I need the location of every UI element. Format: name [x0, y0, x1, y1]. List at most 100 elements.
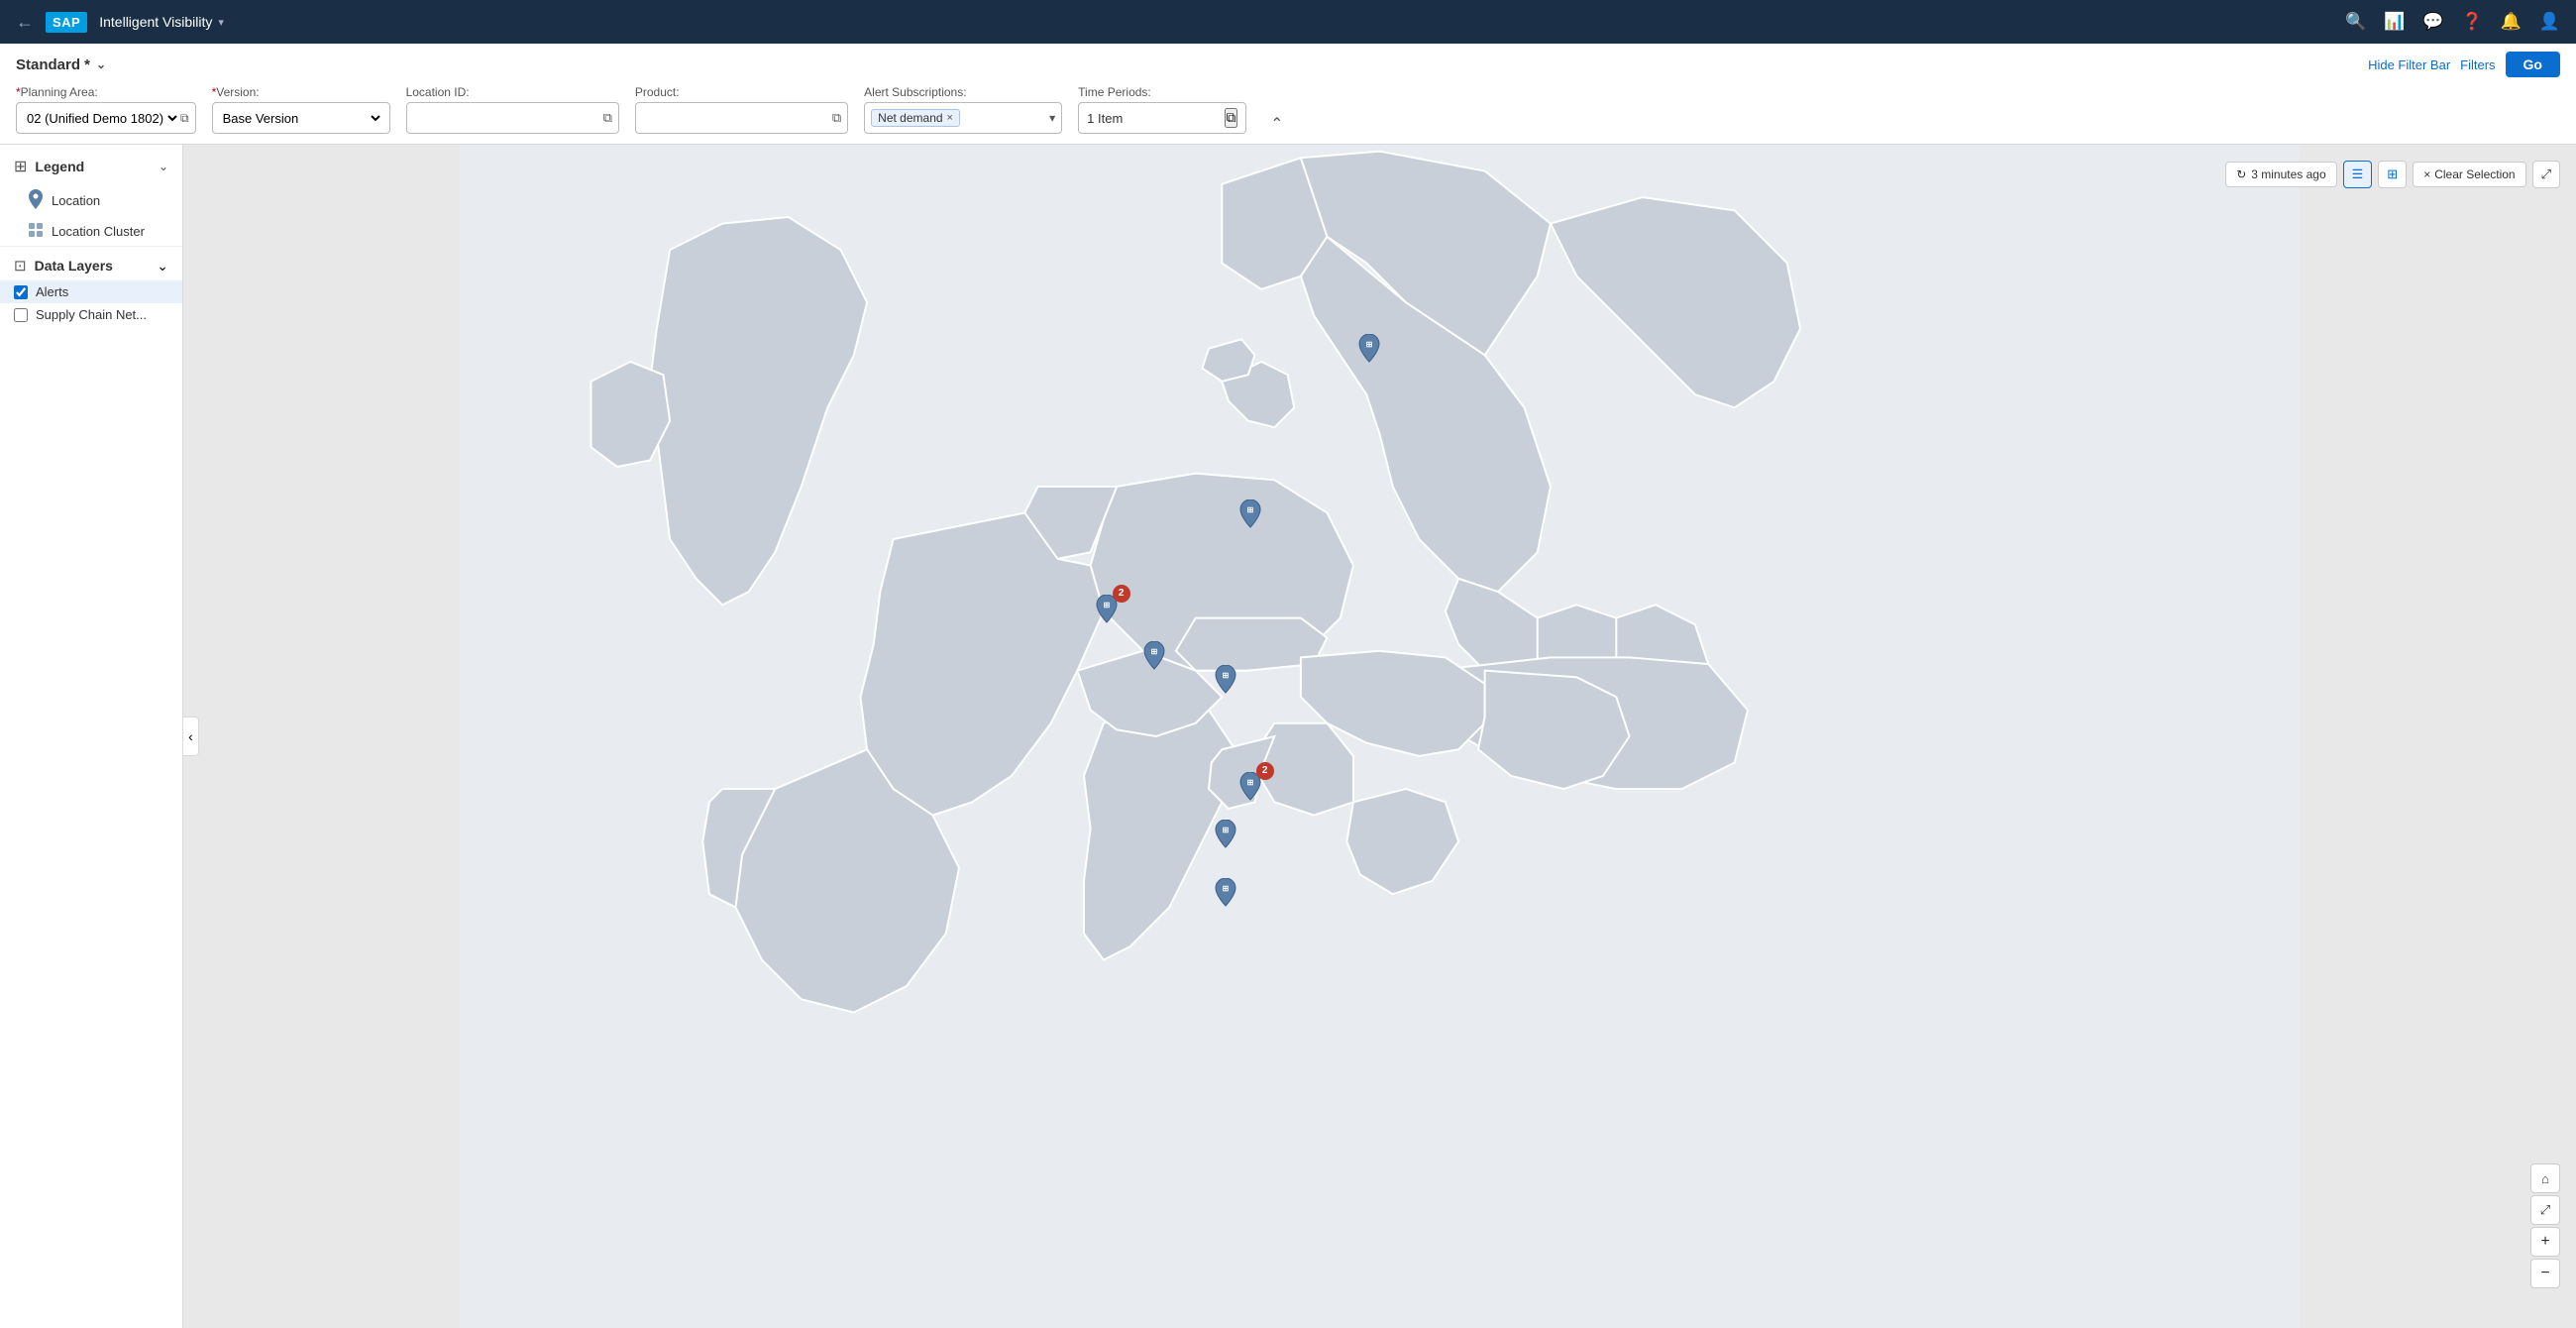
map-fit-button[interactable]: ⤢ — [2530, 1195, 2560, 1225]
variant-arrow-icon: ⌄ — [96, 57, 106, 71]
location-id-input[interactable] — [407, 111, 597, 126]
location-id-open-button[interactable]: ⧉ — [597, 110, 618, 126]
supply-chain-checkbox[interactable] — [14, 308, 28, 322]
chat-icon[interactable]: 💬 — [2422, 12, 2443, 32]
app-title: Intelligent Visibility ▾ — [99, 14, 224, 30]
location-id-input-wrap: ⧉ — [406, 102, 619, 134]
svg-text:⊞: ⊞ — [1246, 505, 1253, 514]
map-pin-1[interactable]: ⊞ — [1355, 334, 1383, 371]
product-input-wrap: ⧉ — [635, 102, 848, 134]
time-periods-field: Time Periods: 1 Item ⧉ — [1078, 85, 1246, 134]
zoom-controls: ⌂ ⤢ + − — [2530, 1163, 2560, 1288]
legend-item-location: Location — [0, 184, 182, 217]
location-id-label: Location ID: — [406, 85, 619, 99]
svg-text:⊞: ⊞ — [1246, 778, 1253, 787]
alert-subscriptions-field: Alert Subscriptions: Net demand × ▾ — [864, 85, 1062, 134]
back-icon: ← — [16, 12, 34, 33]
map-pin-3-group[interactable]: 2 ⊞ — [1093, 595, 1121, 631]
search-icon[interactable]: 🔍 — [2345, 12, 2366, 32]
legend-header[interactable]: ⊞ Legend ⌄ — [0, 145, 182, 184]
zoom-in-button[interactable]: + — [2530, 1227, 2560, 1257]
alert-subscription-tag-text: Net demand — [878, 111, 942, 125]
supply-chain-label: Supply Chain Net... — [36, 307, 147, 322]
location-cluster-legend-icon — [28, 222, 44, 241]
map-pin-4[interactable]: ⊞ — [1140, 641, 1168, 678]
alert-subscription-tag: Net demand × — [871, 109, 960, 127]
svg-text:⊞: ⊞ — [1366, 340, 1373, 349]
map-toolbar: ↻ 3 minutes ago ☰ ⊞ × Clear Selection ⤢ — [2225, 161, 2560, 188]
svg-text:⊞: ⊞ — [1223, 884, 1230, 893]
home-icon: ⌂ — [2541, 1171, 2549, 1186]
top-navigation: ← SAP Intelligent Visibility ▾ 🔍 📊 💬 ❓ 🔔… — [0, 0, 2576, 44]
zoom-out-icon: − — [2540, 1265, 2549, 1282]
user-icon[interactable]: 👤 — [2539, 12, 2560, 32]
filter-bar-top: Standard * ⌄ Hide Filter Bar Filters Go — [16, 52, 2560, 77]
map-svg: .country { fill: #c8cfd8; stroke: #fffff… — [183, 145, 2576, 1328]
fit-icon: ⤢ — [2540, 1202, 2550, 1218]
filters-button[interactable]: Filters — [2460, 57, 2495, 72]
map-list-view-button[interactable]: ☰ — [2343, 161, 2373, 188]
alerts-checkbox[interactable] — [14, 285, 28, 299]
app-title-arrow-icon: ▾ — [218, 16, 224, 29]
map-pin-2[interactable]: ⊞ — [1236, 499, 1264, 536]
filter-bar-actions: Hide Filter Bar Filters Go — [2368, 52, 2560, 77]
help-icon[interactable]: ❓ — [2461, 12, 2482, 32]
data-layers-header-left: ⊡ Data Layers — [14, 257, 113, 275]
map-refresh-button[interactable]: ↻ 3 minutes ago — [2225, 162, 2336, 187]
collapse-handle-icon: ‹ — [188, 728, 193, 744]
filter-fields: *Planning Area: 02 (Unified Demo 1802) ⧉… — [16, 85, 2560, 134]
legend-grid-icon: ⊞ — [14, 157, 27, 176]
planning-area-open-icon[interactable]: ⧉ — [180, 111, 189, 126]
chart-icon[interactable]: 📊 — [2384, 12, 2405, 32]
time-periods-label: Time Periods: — [1078, 85, 1246, 99]
notification-icon[interactable]: 🔔 — [2501, 12, 2522, 32]
map-home-button[interactable]: ⌂ — [2530, 1163, 2560, 1193]
svg-text:⊞: ⊞ — [1151, 647, 1158, 656]
alert-subscriptions-dropdown-icon[interactable]: ▾ — [1049, 111, 1055, 125]
map-expand-button[interactable]: ⤢ — [2532, 161, 2560, 188]
data-layers-icon: ⊡ — [14, 257, 27, 275]
time-periods-value-wrap: 1 Item ⧉ — [1078, 102, 1246, 134]
map-pin-5[interactable]: ⊞ — [1212, 665, 1239, 702]
clear-selection-label: Clear Selection — [2434, 167, 2515, 181]
filter-bar: Standard * ⌄ Hide Filter Bar Filters Go … — [0, 44, 2576, 145]
variant-name-text: Standard * — [16, 56, 90, 73]
map-grid-view-button[interactable]: ⊞ — [2378, 161, 2407, 188]
product-input[interactable] — [636, 111, 826, 126]
time-periods-open-button[interactable]: ⧉ — [1225, 108, 1238, 128]
map-pin-6-group[interactable]: 2 ⊞ — [1236, 772, 1264, 809]
planning-area-select[interactable]: 02 (Unified Demo 1802) — [23, 110, 180, 127]
list-view-icon: ☰ — [2352, 166, 2364, 181]
back-button[interactable]: ← — [16, 12, 34, 33]
app-title-text: Intelligent Visibility — [99, 14, 212, 30]
svg-text:⊞: ⊞ — [1223, 826, 1230, 834]
map-container: .country { fill: #c8cfd8; stroke: #fffff… — [183, 145, 2576, 1328]
version-select-wrap: Base Version — [212, 102, 390, 134]
variant-selector[interactable]: Standard * ⌄ — [16, 56, 106, 73]
map-area: ↻ 3 minutes ago ☰ ⊞ × Clear Selection ⤢ — [183, 145, 2576, 1328]
version-field: *Version: Base Version — [212, 85, 390, 134]
go-button[interactable]: Go — [2506, 52, 2560, 77]
pin-6-badge: 2 — [1256, 762, 1274, 780]
data-layers-header[interactable]: ⊡ Data Layers ⌄ — [0, 246, 182, 280]
map-pin-7[interactable]: ⊞ — [1212, 820, 1239, 856]
map-pin-8[interactable]: ⊞ — [1212, 878, 1239, 915]
filter-collapse-button[interactable]: ⌃ — [1266, 114, 1287, 134]
sap-logo: SAP — [46, 12, 87, 33]
data-layer-supply-chain: Supply Chain Net... — [0, 303, 182, 326]
alert-subscription-tag-remove[interactable]: × — [947, 112, 953, 124]
legend-collapse-handle[interactable]: ‹ — [183, 717, 199, 756]
hide-filter-bar-button[interactable]: Hide Filter Bar — [2368, 57, 2450, 72]
clear-selection-button[interactable]: × Clear Selection — [2413, 162, 2525, 187]
legend-panel: ⊞ Legend ⌄ Location Location — [0, 145, 183, 1328]
data-layers-title: Data Layers — [35, 258, 113, 274]
expand-icon: ⤢ — [2541, 166, 2551, 181]
product-field: Product: ⧉ — [635, 85, 848, 134]
location-legend-icon — [28, 189, 44, 212]
product-open-button[interactable]: ⧉ — [826, 110, 847, 126]
planning-area-select-wrap: 02 (Unified Demo 1802) ⧉ — [16, 102, 196, 134]
version-select[interactable]: Base Version — [219, 110, 383, 127]
svg-text:⊞: ⊞ — [1103, 601, 1110, 609]
location-id-field: Location ID: ⧉ — [406, 85, 619, 134]
zoom-out-button[interactable]: − — [2530, 1259, 2560, 1288]
